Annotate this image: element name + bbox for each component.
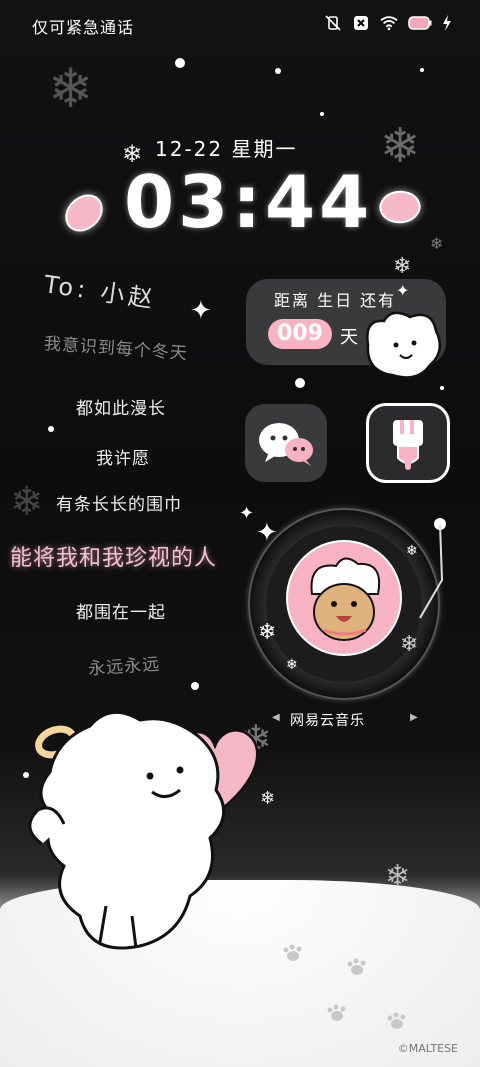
snow-dot xyxy=(420,68,424,72)
snow-dot xyxy=(320,112,324,116)
tonearm-icon xyxy=(419,518,446,619)
vibrate-off-icon xyxy=(324,14,342,32)
wechat-app-icon[interactable] xyxy=(245,404,327,482)
poem-line: 都围在一起 xyxy=(76,603,166,623)
charging-icon xyxy=(442,14,452,32)
countdown-days: 009 xyxy=(268,319,332,349)
snow-dot xyxy=(175,58,185,68)
sparkle-star-icon: ✦ xyxy=(256,518,278,548)
status-bar: 仅可紧急通话 xyxy=(0,0,480,48)
music-app-label: 网易云音乐 xyxy=(290,713,365,729)
puppy-album-icon xyxy=(288,542,400,654)
lock-time: 03:44 xyxy=(124,160,374,244)
album-art xyxy=(286,540,402,656)
paw-print-icon xyxy=(283,944,302,961)
snow-dot xyxy=(275,68,281,74)
paw-print-icon xyxy=(347,958,366,975)
countdown-unit: 天 xyxy=(340,327,358,348)
poem-line: 都如此漫长 xyxy=(76,399,166,419)
snowflake-icon: ❄ xyxy=(385,859,411,894)
snow-dot xyxy=(440,386,444,390)
snowflake-icon: ❄ xyxy=(400,632,419,657)
snow-dot xyxy=(48,426,54,432)
poem-line-highlight: 能将我和我珍视的人 xyxy=(10,546,218,571)
status-icons xyxy=(324,14,452,32)
snowflake-icon: ❄ xyxy=(430,234,444,253)
snow-dot xyxy=(191,682,199,690)
snow-dot xyxy=(295,378,305,388)
lock-date: 12-22 星期一 xyxy=(155,137,298,161)
paw-print-icon xyxy=(387,1012,406,1029)
sparkle-star-icon: ✦ xyxy=(239,503,255,524)
snowflake-icon: ❄ xyxy=(48,57,94,120)
snowflake-icon: ❄ xyxy=(286,657,298,673)
wechat-icon xyxy=(259,423,313,466)
snowflake-icon: ❄ xyxy=(393,254,412,279)
sim-missing-icon xyxy=(352,14,370,32)
puppy-peek-icon xyxy=(366,311,442,379)
snowflake-icon: ❄ xyxy=(380,118,421,174)
angel-puppy-icon xyxy=(28,710,226,950)
poem-line: 有条长长的围巾 xyxy=(56,495,182,515)
music-prev-arrow[interactable]: ◀ xyxy=(272,712,280,723)
sparkle-star-icon: ✦ xyxy=(190,296,212,326)
snowflake-icon: ❄ xyxy=(406,543,418,559)
carrier-text: 仅可紧急通话 xyxy=(32,18,135,37)
poem-line: 我许愿 xyxy=(96,449,150,469)
wifi-icon xyxy=(380,14,398,32)
popsicle-app-icon[interactable] xyxy=(366,403,450,483)
paw-print-icon xyxy=(327,1004,346,1021)
snowflake-icon: ❄ xyxy=(258,620,277,645)
battery-icon xyxy=(408,14,432,32)
sparkle-star-icon: ✦ xyxy=(396,281,410,300)
watermark: ©MALTESE xyxy=(397,1042,458,1055)
popsicle-icon xyxy=(393,420,423,470)
birthday-countdown-widget[interactable]: 距离 生日 还有 009 天 ✦ xyxy=(246,279,446,379)
snowflake-icon: ❄ xyxy=(10,479,44,525)
music-next-arrow[interactable]: ▶ xyxy=(410,712,418,723)
poem-line: 永远永远 xyxy=(87,654,161,680)
